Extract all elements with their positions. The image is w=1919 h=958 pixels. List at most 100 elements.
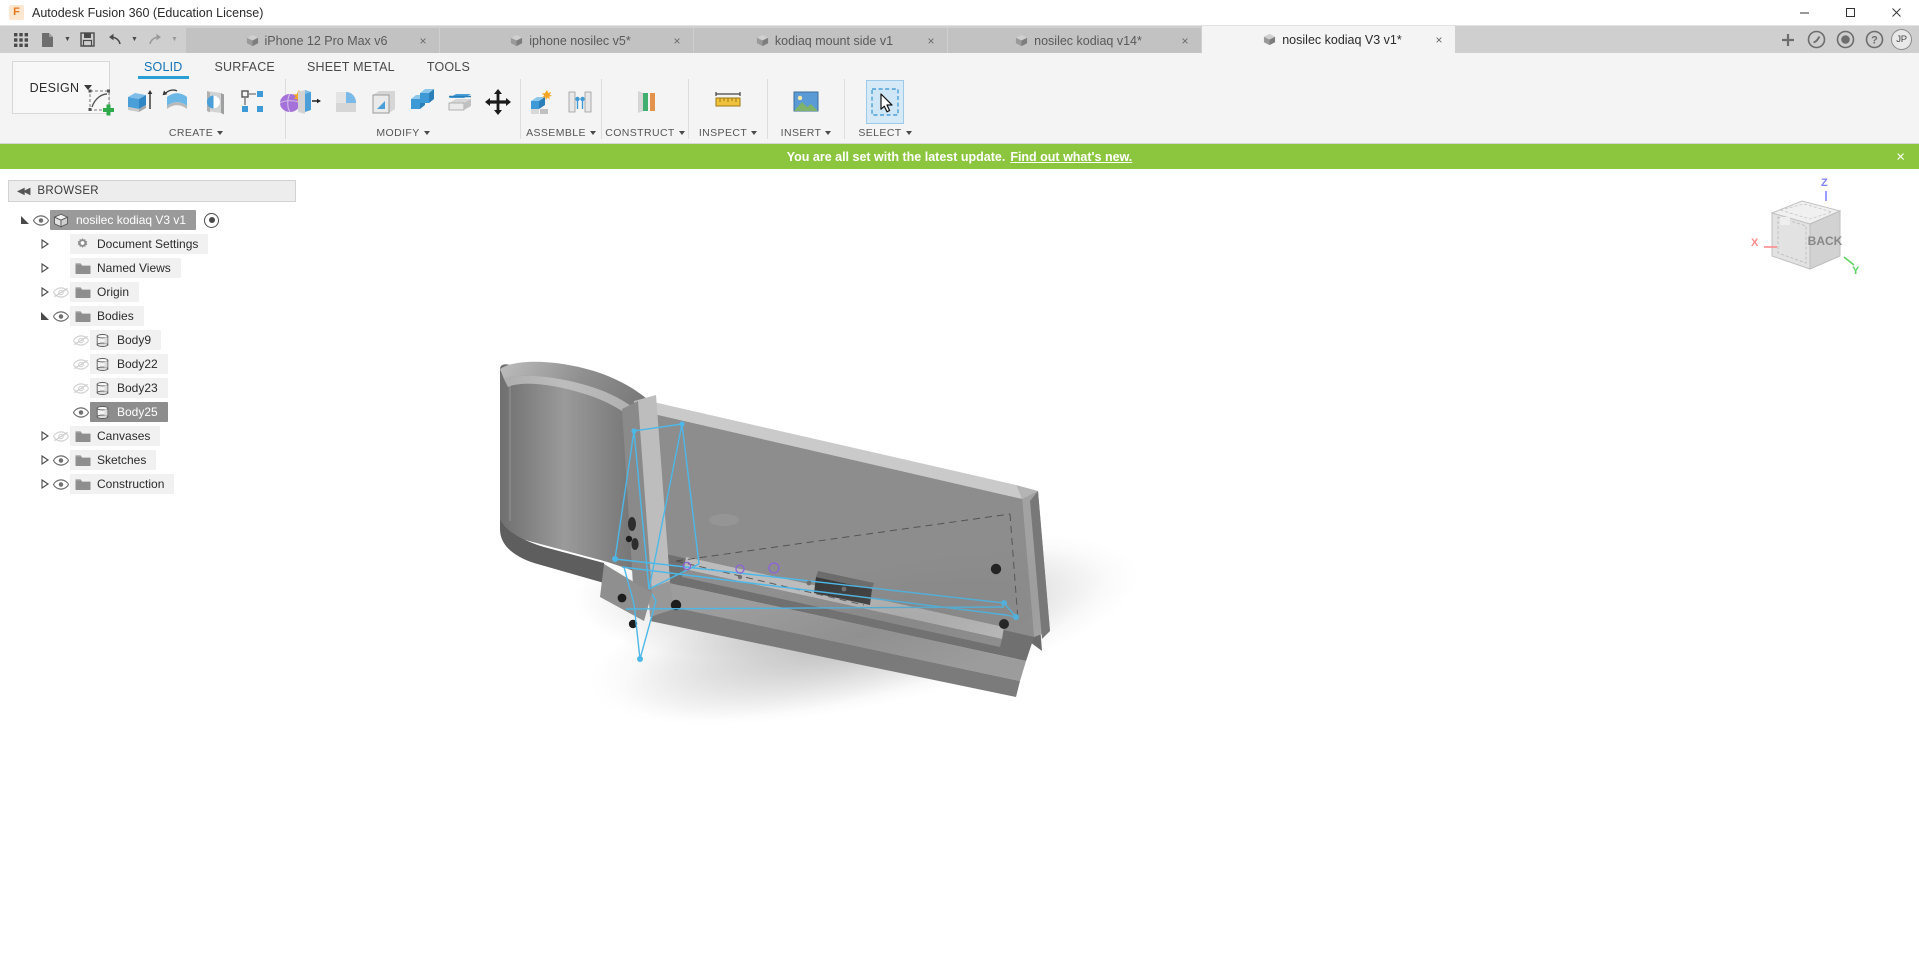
tree-node[interactable]: Canvases — [0, 426, 304, 446]
eye-hidden-icon[interactable] — [51, 282, 70, 302]
insert-canvas-tool[interactable] — [787, 80, 825, 124]
3d-viewport[interactable]: BACK Z X Y — [304, 169, 1919, 958]
twisty-collapsed-icon[interactable] — [38, 282, 51, 302]
twisty-expanded-icon[interactable] — [38, 306, 51, 326]
tree-node-chip[interactable]: Body23 — [90, 378, 168, 398]
job-status-icon[interactable] — [1833, 27, 1858, 52]
move-copy-tool[interactable] — [479, 80, 517, 124]
user-avatar[interactable]: JP — [1891, 29, 1912, 50]
ribbon-tab-sheet-metal[interactable]: SHEET METAL — [291, 58, 411, 78]
press-pull-tool[interactable] — [289, 80, 327, 124]
eye-hidden-icon[interactable] — [71, 378, 90, 398]
construct-group-label[interactable]: CONSTRUCT — [605, 125, 685, 141]
banner-close-button[interactable]: × — [1896, 149, 1905, 164]
new-document-icon[interactable] — [35, 28, 60, 52]
twisty-collapsed-icon[interactable] — [38, 426, 51, 446]
help-icon[interactable]: ? — [1862, 27, 1887, 52]
tree-node[interactable]: Bodies — [0, 306, 304, 326]
combine-tool[interactable] — [403, 80, 441, 124]
tree-node-chip[interactable]: Origin — [70, 282, 140, 302]
select-tool[interactable] — [866, 80, 904, 124]
tree-node[interactable]: Construction — [0, 474, 304, 494]
document-tab[interactable]: nosilec kodiaq v14* × — [948, 28, 1201, 53]
shell-tool[interactable] — [365, 80, 403, 124]
measure-tool[interactable] — [709, 80, 747, 124]
tree-node[interactable]: Body25 — [0, 402, 304, 422]
insert-group-label[interactable]: INSERT — [781, 125, 832, 141]
tree-node[interactable]: Document Settings — [0, 234, 304, 254]
document-tab[interactable]: iphone nosilec v5* × — [440, 28, 693, 53]
twisty-collapsed-icon[interactable] — [38, 234, 51, 254]
document-tab-close-icon[interactable]: × — [925, 35, 937, 47]
tree-node[interactable]: Body23 — [0, 378, 304, 398]
undo-icon[interactable] — [102, 28, 127, 52]
redo-caret-icon[interactable]: ▼ — [169, 28, 180, 52]
tree-node-chip[interactable]: nosilec kodiaq V3 v1 — [50, 210, 197, 230]
tree-node-chip[interactable]: Construction — [70, 474, 175, 494]
twisty-expanded-icon[interactable] — [18, 210, 31, 230]
ribbon-tab-surface[interactable]: SURFACE — [199, 58, 291, 78]
joint-tool[interactable] — [561, 80, 599, 124]
maximize-button[interactable] — [1827, 0, 1873, 26]
tree-node-chip[interactable]: Body9 — [90, 330, 162, 350]
extensions-icon[interactable] — [1804, 27, 1829, 52]
eye-visible-icon[interactable] — [51, 306, 70, 326]
tree-node-chip[interactable]: Body22 — [90, 354, 168, 374]
new-component-tool[interactable] — [523, 80, 561, 124]
banner-link[interactable]: Find out what's new. — [1010, 150, 1132, 164]
extrude-tool[interactable] — [120, 80, 158, 124]
close-button[interactable] — [1873, 0, 1919, 26]
tree-node-chip[interactable]: Canvases — [70, 426, 161, 446]
document-tab-close-icon[interactable]: × — [671, 35, 683, 47]
eye-visible-icon[interactable] — [51, 474, 70, 494]
create-sketch-tool[interactable] — [82, 80, 120, 124]
twisty-collapsed-icon[interactable] — [38, 258, 51, 278]
select-group-label[interactable]: SELECT — [858, 125, 912, 141]
tree-node[interactable]: Origin — [0, 282, 304, 302]
sweep-tool[interactable] — [196, 80, 234, 124]
eye-visible-icon[interactable] — [31, 210, 50, 230]
create-group-label[interactable]: CREATE — [169, 125, 224, 141]
tree-node-chip[interactable]: Named Views — [70, 258, 181, 278]
rectangular-pattern-tool[interactable] — [234, 80, 272, 124]
add-tab-button[interactable] — [1775, 27, 1800, 52]
eye-visible-icon[interactable] — [51, 450, 70, 470]
twisty-collapsed-icon[interactable] — [38, 450, 51, 470]
model-body-render[interactable] — [304, 169, 1919, 958]
twisty-collapsed-icon[interactable] — [38, 474, 51, 494]
eye-hidden-icon[interactable] — [51, 426, 70, 446]
redo-icon[interactable] — [142, 28, 167, 52]
offset-face-tool[interactable] — [441, 80, 479, 124]
tree-node-chip[interactable]: Body25 — [90, 402, 168, 422]
ribbon-tab-solid[interactable]: SOLID — [128, 58, 199, 79]
document-tab-close-icon[interactable]: × — [1179, 35, 1191, 47]
inspect-group-label[interactable]: INSPECT — [699, 125, 758, 141]
tree-node[interactable]: nosilec kodiaq V3 v1 — [0, 210, 304, 230]
assemble-group-label[interactable]: ASSEMBLE — [526, 125, 596, 141]
browser-resize-handle[interactable] — [300, 181, 303, 203]
new-document-caret-icon[interactable]: ▼ — [62, 28, 73, 52]
tree-node[interactable]: Body9 — [0, 330, 304, 350]
eye-hidden-icon[interactable] — [71, 330, 90, 350]
eye-hidden-icon[interactable] — [71, 354, 90, 374]
collapse-left-icon[interactable]: ◀◀ — [17, 186, 30, 197]
ribbon-tab-tools[interactable]: TOOLS — [411, 58, 486, 78]
revolve-tool[interactable] — [158, 80, 196, 124]
tree-node-chip[interactable]: Bodies — [70, 306, 144, 326]
eye-visible-icon[interactable] — [71, 402, 90, 422]
document-tab-close-icon[interactable]: × — [1433, 34, 1445, 46]
offset-plane-tool[interactable] — [626, 80, 664, 124]
modify-group-label[interactable]: MODIFY — [376, 125, 430, 141]
document-tab[interactable]: nosilec kodiaq V3 v1* × — [1202, 26, 1455, 53]
document-tab-close-icon[interactable]: × — [417, 35, 429, 47]
document-tab[interactable]: iPhone 12 Pro Max v6 × — [186, 28, 439, 53]
save-icon[interactable] — [75, 28, 100, 52]
document-tab[interactable]: kodiaq mount side v1 × — [694, 28, 947, 53]
minimize-button[interactable] — [1781, 0, 1827, 26]
fillet-tool[interactable] — [327, 80, 365, 124]
tree-node-chip[interactable]: Document Settings — [70, 234, 209, 254]
undo-caret-icon[interactable]: ▼ — [129, 28, 140, 52]
activate-component-radio[interactable] — [204, 212, 220, 228]
tree-node[interactable]: Named Views — [0, 258, 304, 278]
grid-apps-icon[interactable] — [8, 28, 33, 52]
